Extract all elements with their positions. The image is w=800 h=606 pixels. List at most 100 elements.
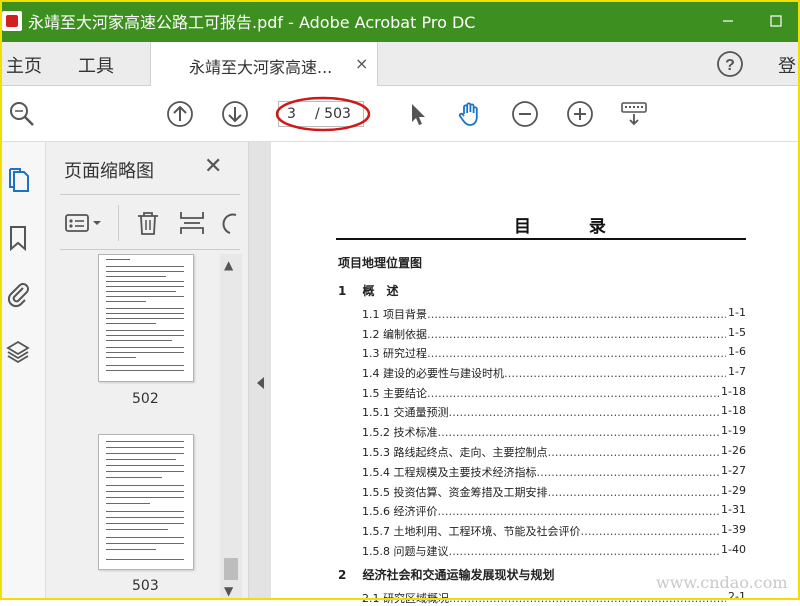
toc-entry-title: 1.2 编制依据 bbox=[362, 328, 427, 341]
page-thumbnails-icon[interactable] bbox=[6, 166, 30, 194]
minimize-button[interactable] bbox=[704, 0, 752, 42]
toc-entry-page: 1-5 bbox=[726, 326, 746, 339]
toc-entry[interactable]: 1.4 建设的必要性与建设时机…………………………………………………………………… bbox=[362, 365, 746, 381]
thumbnails-close-button[interactable]: ✕ bbox=[204, 154, 222, 179]
toc-entry-title: 1.3 研究过程 bbox=[362, 347, 427, 360]
toc-entry[interactable]: 2.1 研究区域概况………………………………………………………………………………… bbox=[362, 590, 746, 606]
menu-bar: 主页 工具 永靖至大河家高速... × ? 登 bbox=[0, 42, 800, 86]
thumbnail-page-number: 503 bbox=[132, 578, 159, 594]
thumbnail-page[interactable] bbox=[98, 434, 194, 570]
highlight-ellipse bbox=[275, 96, 371, 132]
toc-leader-dots: …………………………………………………………………………………………………………… bbox=[427, 347, 746, 360]
toc-entry[interactable]: 1.5.3 路线起终点、走向、主要控制点……………………………………………………… bbox=[362, 444, 746, 460]
toc-leader-dots: …………………………………………………………………………………………………………… bbox=[547, 446, 746, 459]
toc-entry-title: 1.1 项目背景 bbox=[362, 308, 427, 321]
rotate-page-icon[interactable] bbox=[216, 209, 244, 237]
toc-entry[interactable]: 1.5 主要结论……………………………………………………………………………………… bbox=[362, 385, 746, 401]
toc-entry-title: 1.5.1 交通量预测 bbox=[362, 406, 449, 419]
zoom-search-icon[interactable] bbox=[8, 100, 36, 128]
navigation-rail bbox=[0, 142, 46, 600]
toc-entry-title: 1.5.2 技术标准 bbox=[362, 426, 438, 439]
toc-entry-page: 1-18 bbox=[719, 404, 746, 417]
toc-entry-page: 1-39 bbox=[719, 523, 746, 536]
toc-entry-page: 1-40 bbox=[719, 543, 746, 556]
thumbnail-page[interactable] bbox=[98, 254, 194, 382]
toc-entry-page: 1-26 bbox=[719, 444, 746, 457]
watermark: www.cndao.com bbox=[656, 573, 788, 592]
toc-entry[interactable]: 1.5.4 工程规模及主要技术经济指标………………………………………………………… bbox=[362, 464, 746, 480]
toc-leader-dots: …………………………………………………………………………………………………………… bbox=[448, 406, 747, 419]
toc-leader-dots: …………………………………………………………………………………………………………… bbox=[449, 592, 746, 605]
toc-leader-dots: …………………………………………………………………………………………………………… bbox=[437, 505, 747, 518]
toc-entry-page: 1-6 bbox=[726, 345, 746, 358]
zoom-out-icon[interactable] bbox=[511, 100, 539, 128]
toc-entry[interactable]: 1.5.8 问题与建议……………………………………………………………………………… bbox=[362, 543, 746, 559]
toc-entry-title: 1.5.4 工程规模及主要技术经济指标 bbox=[362, 466, 537, 479]
zoom-in-icon[interactable] bbox=[566, 100, 594, 128]
panel-collapse-bar[interactable] bbox=[249, 142, 271, 600]
scroll-down-arrow-icon[interactable]: ▼ bbox=[224, 584, 233, 598]
toc-entry[interactable]: 1.5.7 土地利用、工程环境、节能及社会评价……………………………………………… bbox=[362, 523, 746, 539]
toc-entry-page: 1-27 bbox=[719, 464, 746, 477]
document-tab-close-button[interactable]: × bbox=[355, 54, 368, 73]
toc-entry[interactable]: 1 概 述 bbox=[338, 282, 746, 299]
attachments-icon[interactable] bbox=[6, 280, 30, 308]
help-icon[interactable]: ? bbox=[716, 50, 744, 78]
toc-leader-dots: …………………………………………………………………………………………………………… bbox=[448, 545, 747, 558]
document-tab-label: 永靖至大河家高速... bbox=[189, 58, 333, 77]
toc-divider bbox=[336, 238, 746, 240]
toc-entry-page: 1-1 bbox=[726, 306, 746, 319]
page-up-icon[interactable] bbox=[166, 100, 194, 128]
toc-entry[interactable]: 项目地理位置图 bbox=[338, 254, 746, 271]
toc-entry[interactable]: 1.3 研究过程……………………………………………………………………………………… bbox=[362, 345, 746, 361]
menu-tools[interactable]: 工具 bbox=[78, 52, 114, 78]
toc-entry[interactable]: 1.2 编制依据……………………………………………………………………………………… bbox=[362, 326, 746, 342]
bookmarks-icon[interactable] bbox=[6, 224, 30, 252]
toc-entry[interactable]: 1.1 项目背景……………………………………………………………………………………… bbox=[362, 306, 746, 322]
toc-leader-dots: …………………………………………………………………………………………………………… bbox=[536, 466, 746, 479]
toc-entry-title: 1.5 主要结论 bbox=[362, 387, 427, 400]
toc-entry-page: 1-7 bbox=[726, 365, 746, 378]
scroll-up-arrow-icon[interactable]: ▲ bbox=[224, 258, 233, 272]
toc-entry-page: 1-18 bbox=[719, 385, 746, 398]
options-menu-icon[interactable] bbox=[64, 209, 101, 237]
maximize-button[interactable] bbox=[752, 0, 800, 42]
hand-tool-icon[interactable] bbox=[456, 100, 484, 128]
toc-entry-title: 1 概 述 bbox=[338, 284, 399, 298]
toc-leader-dots: …………………………………………………………………………………………………………… bbox=[427, 328, 746, 341]
toc-leader-dots: …………………………………………………………………………………………………………… bbox=[427, 308, 746, 321]
toc-entry[interactable]: 1.5.5 投资估算、资金筹措及工期安排……………………………………………………… bbox=[362, 484, 746, 500]
toc-entry-title: 项目地理位置图 bbox=[338, 256, 423, 270]
select-cursor-icon[interactable] bbox=[404, 100, 432, 128]
toc-heading: 目 录 bbox=[514, 217, 632, 237]
toc-entry-title: 2.1 研究区域概况 bbox=[362, 592, 449, 605]
layers-icon[interactable] bbox=[6, 338, 30, 366]
delete-page-icon[interactable] bbox=[134, 209, 162, 237]
toc-entry-page: 1-31 bbox=[719, 503, 746, 516]
login-button[interactable]: 登 bbox=[778, 52, 796, 78]
thumbnails-scrollbar[interactable]: ▲ ▼ bbox=[220, 254, 242, 600]
acrobat-icon bbox=[2, 11, 22, 31]
menu-home[interactable]: 主页 bbox=[6, 52, 42, 78]
keyboard-icon[interactable] bbox=[620, 100, 648, 128]
collapse-arrow-icon[interactable] bbox=[255, 376, 265, 390]
toc-entry[interactable]: 1.5.6 经济评价………………………………………………………………………………… bbox=[362, 503, 746, 519]
insert-page-icon[interactable] bbox=[178, 209, 206, 237]
document-tab[interactable]: 永靖至大河家高速... × bbox=[150, 42, 378, 86]
window-title: 永靖至大河家高速公路工可报告.pdf - Adobe Acrobat Pro D… bbox=[28, 13, 476, 32]
toc-entry-title: 1.5.8 问题与建议 bbox=[362, 545, 449, 558]
toc-entry-title: 1.5.5 投资估算、资金筹措及工期安排 bbox=[362, 486, 548, 499]
toc-leader-dots: …………………………………………………………………………………………………………… bbox=[504, 367, 746, 380]
minimize-icon bbox=[723, 20, 733, 22]
toc-entry[interactable]: 1.5.2 技术标准………………………………………………………………………………… bbox=[362, 424, 746, 440]
toc-entry[interactable]: 1.5.1 交通量预测……………………………………………………………………………… bbox=[362, 404, 746, 420]
toc-leader-dots: …………………………………………………………………………………………………………… bbox=[427, 387, 746, 400]
toc-entry-title: 1.5.3 路线起终点、走向、主要控制点 bbox=[362, 446, 548, 459]
toc-entry-title: 2 经济社会和交通运输发展现状与规划 bbox=[338, 568, 555, 582]
toc-entry-page: 1-19 bbox=[719, 424, 746, 437]
thumbnails-panel-title: 页面缩略图 bbox=[64, 161, 154, 182]
toolbar bbox=[0, 86, 800, 142]
toolbar-divider bbox=[118, 205, 119, 241]
scrollbar-thumb[interactable] bbox=[224, 558, 238, 580]
page-down-icon[interactable] bbox=[221, 100, 249, 128]
